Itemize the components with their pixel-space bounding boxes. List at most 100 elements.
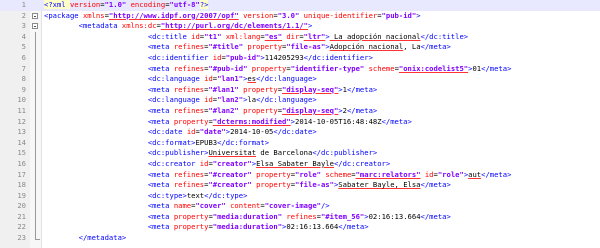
line-text: <dc:language id="lan2">la</dc:language> bbox=[44, 95, 317, 106]
line-text: </metadata> bbox=[44, 233, 127, 244]
line-text: <package xmlns="http://www.idpf.org/2007… bbox=[44, 11, 421, 22]
token-val: "display-seq" bbox=[282, 105, 339, 115]
token-tag: </meta> bbox=[481, 63, 512, 73]
code-line[interactable]: 20 <meta name="cover" content="cover-ima… bbox=[0, 201, 600, 212]
code-line[interactable]: 18 <meta refines="#creator" property="fi… bbox=[0, 180, 600, 191]
collapse-icon[interactable] bbox=[32, 23, 38, 30]
code-line[interactable]: 17 <meta refines="#creator" property="ro… bbox=[0, 169, 600, 181]
code-line[interactable]: 6 <dc:identifier id="pub-id">114205293</… bbox=[0, 52, 600, 64]
token-val: "role" bbox=[437, 169, 464, 179]
line-number: 20 bbox=[17, 201, 26, 211]
code-area[interactable]: 1 <?xml version="1.0" encoding="utf-8"?> 2… bbox=[0, 0, 600, 244]
code-line[interactable]: 12 <meta property="dcterms:modified">201… bbox=[0, 116, 600, 128]
token-attr: property bbox=[173, 211, 209, 221]
token-attr: encoding bbox=[130, 0, 166, 9]
line-text: <dc:date id="date">2014-10-05</dc:date> bbox=[44, 127, 317, 138]
code-line[interactable]: 7 <meta refines="#pub-id" property="iden… bbox=[0, 63, 600, 75]
fold-guide bbox=[35, 63, 36, 75]
code-line[interactable]: 21 <meta property="media:duration" refin… bbox=[0, 211, 600, 223]
token-txt: 2014-10-05T16:48:48Z bbox=[295, 116, 382, 126]
fold-guide bbox=[35, 201, 36, 212]
code-line[interactable]: 1 <?xml version="1.0" encoding="utf-8"?> bbox=[0, 0, 600, 11]
token-val: "pub-id" bbox=[225, 52, 261, 62]
token-val: "t1" bbox=[204, 31, 222, 41]
token-attr: id bbox=[204, 95, 213, 105]
xml-editor[interactable]: 1 <?xml version="1.0" encoding="utf-8"?> 2… bbox=[0, 0, 600, 248]
token-tag: <dc:language bbox=[147, 74, 205, 84]
fold-guide bbox=[35, 74, 36, 85]
code-line[interactable]: 5 <meta refines="#title" property="file-… bbox=[0, 42, 600, 53]
token-attr: property bbox=[243, 84, 278, 94]
code-line[interactable]: 14 <dc:format>EPUB3</dc:format> bbox=[0, 137, 600, 149]
token-tag: <dc:language bbox=[147, 95, 205, 105]
code-line[interactable]: 9 <meta refines="#lan1" property="displa… bbox=[0, 84, 600, 96]
token-txt: 02:16:13.664 bbox=[368, 211, 421, 221]
code-line[interactable]: 10 <dc:language id="lan2">la</dc:languag… bbox=[0, 95, 600, 106]
code-line[interactable]: 4 <dc:title id="t1" xml:lang="es" dir="l… bbox=[0, 31, 600, 43]
line-number: 18 bbox=[17, 180, 26, 190]
code-line[interactable]: 3 <metadata xmlns:dc="http://purl.org/dc… bbox=[0, 21, 600, 32]
fold-guide bbox=[35, 42, 36, 53]
line-text: <meta property="media:duration" refines=… bbox=[44, 212, 451, 223]
code-line[interactable]: 11 <meta refines="#lan2" property="displ… bbox=[0, 105, 600, 117]
token-tag: <dc:format> bbox=[147, 137, 196, 147]
token-val: "cover" bbox=[195, 201, 226, 211]
fold-guide bbox=[35, 84, 36, 96]
token-txt: Adopción nacional bbox=[329, 42, 404, 52]
line-text: <meta refines="#creator" property="file-… bbox=[44, 180, 451, 191]
token-val: "dcterms:modified" bbox=[212, 116, 291, 126]
token-val: "1.0" bbox=[104, 0, 127, 9]
line-number: 7 bbox=[21, 63, 26, 73]
token-val: "onix:codelist5" bbox=[398, 63, 469, 73]
token-pi: <?xml bbox=[44, 0, 70, 9]
line-text: <dc:language id="lan1">es</dc:language> bbox=[44, 74, 317, 85]
code-line[interactable]: 8 <dc:language id="lan1">es</dc:language… bbox=[0, 74, 600, 85]
collapse-icon[interactable] bbox=[32, 12, 38, 19]
code-line[interactable]: 2 <package xmlns="http://www.idpf.org/200… bbox=[0, 11, 600, 22]
token-attr: id bbox=[191, 31, 200, 41]
fold-guide bbox=[35, 148, 36, 159]
code-line[interactable]: 15 <dc:publisher>Universitat de Barcelon… bbox=[0, 148, 600, 159]
token-val: "marc:relators" bbox=[355, 169, 421, 179]
token-attr: refines bbox=[173, 180, 205, 190]
token-txt: La adopción nacional bbox=[329, 31, 421, 41]
token-txt: la bbox=[247, 95, 257, 105]
token-attr: property bbox=[247, 42, 283, 52]
token-val: "es" bbox=[264, 31, 283, 41]
code-line[interactable]: 19 <dc:type>text</dc:type> bbox=[0, 190, 600, 202]
code-line[interactable]: 13 <dc:date id="date">2014-10-05</dc:dat… bbox=[0, 127, 600, 138]
token-txt: aut bbox=[468, 169, 482, 179]
token-tag: </dc:type> bbox=[204, 190, 248, 200]
token-attr: xmlns bbox=[82, 10, 105, 20]
token-tag: </dc:language> bbox=[256, 74, 317, 84]
line-text: <dc:identifier id="pub-id">114205293</dc… bbox=[44, 53, 373, 64]
line-number: 3 bbox=[21, 21, 26, 31]
token-val: "role" bbox=[295, 169, 321, 179]
line-text: <meta refines="#lan2" property="display-… bbox=[44, 106, 377, 117]
line-text: <dc:title id="t1" xml:lang="es" dir="ltr… bbox=[44, 32, 468, 43]
token-attr: property bbox=[173, 116, 209, 126]
token-attr: id bbox=[204, 74, 213, 84]
token-txt: 01 bbox=[472, 63, 482, 73]
token-attr: refines bbox=[173, 169, 205, 179]
token-attr: property bbox=[243, 105, 278, 115]
token-val: "lan2" bbox=[217, 95, 244, 105]
code-line[interactable]: 22 <meta property="media:duration">02:16… bbox=[0, 222, 600, 234]
line-text: <metadata xmlns:dc="http://purl.org/dc/e… bbox=[44, 21, 313, 32]
code-line[interactable]: 16 <dc:creator id="creator">Elsa Sabater… bbox=[0, 158, 600, 170]
token-tag: <meta bbox=[147, 211, 174, 221]
code-line[interactable]: 23 </metadata> bbox=[0, 233, 600, 244]
line-number: 4 bbox=[21, 31, 26, 41]
